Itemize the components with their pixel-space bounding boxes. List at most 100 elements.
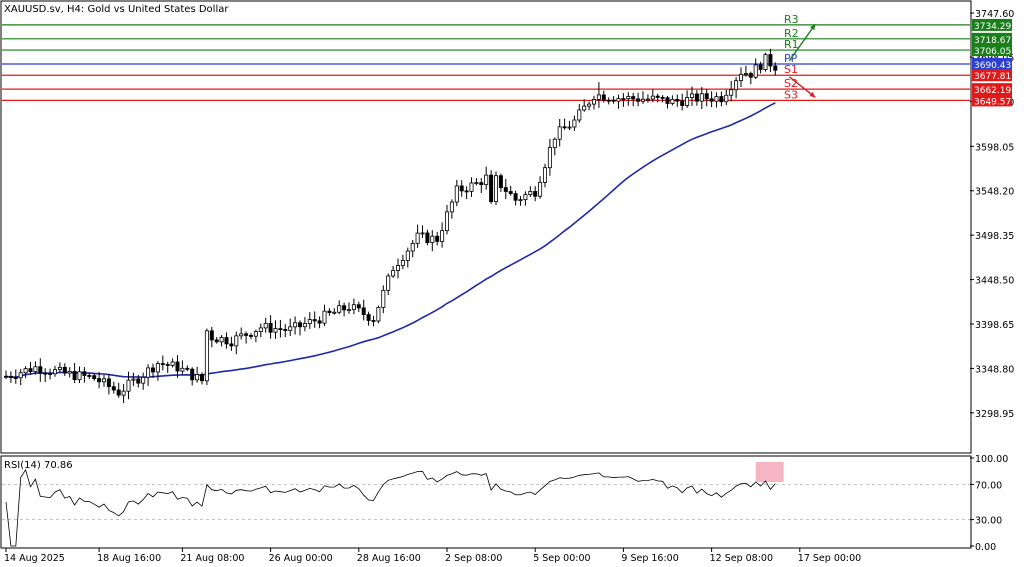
candle-body: [116, 389, 121, 396]
candle-body: [400, 260, 405, 266]
candle-body: [92, 375, 97, 379]
candle-body: [204, 330, 209, 382]
candle-body: [596, 94, 601, 100]
candle-body: [660, 96, 665, 99]
candle-body: [533, 191, 538, 197]
rsi-tick-label: 0.00: [975, 542, 996, 553]
candle-body: [572, 119, 577, 128]
candle-body: [293, 322, 298, 328]
candle-body: [175, 361, 180, 372]
level-tag-text-r3: 3734.29: [974, 22, 1011, 32]
candle-body: [444, 211, 449, 232]
candle-body: [616, 98, 621, 102]
candle-body: [253, 331, 258, 337]
candle-body: [219, 337, 224, 343]
y-tick-label: 3498.35: [975, 231, 1014, 242]
candle-body: [670, 98, 675, 104]
candle-body: [435, 235, 440, 242]
candle-body: [106, 378, 111, 388]
rsi-highlight: [755, 462, 784, 482]
candle-body: [87, 375, 92, 377]
candle-body: [680, 100, 685, 106]
candle-body: [513, 193, 518, 201]
candle-body: [160, 363, 165, 365]
candles: [4, 48, 778, 404]
candle-body: [342, 305, 347, 311]
candle-body: [351, 304, 356, 311]
candle-body: [283, 329, 288, 331]
candle-body: [43, 372, 48, 375]
candle-body: [361, 307, 366, 315]
candle-body: [425, 232, 430, 243]
candle-body: [631, 96, 636, 100]
moving-average: [5, 102, 776, 379]
candle-body: [97, 378, 102, 383]
candle-body: [582, 105, 587, 111]
candle-body: [587, 103, 592, 107]
x-tick-label: 21 Aug 08:00: [180, 553, 244, 564]
candle-body: [214, 339, 219, 343]
candle-body: [410, 242, 415, 252]
candle-body: [317, 320, 322, 324]
candle-body: [714, 96, 719, 102]
x-tick-label: 28 Aug 16:00: [357, 553, 421, 564]
candle-body: [170, 361, 175, 366]
candle-body: [150, 367, 155, 373]
candle-body: [121, 390, 126, 396]
candle-body: [675, 98, 680, 102]
candle-body: [454, 185, 459, 203]
candle-body: [498, 175, 503, 188]
rsi-pane: 100.00 70.00 30.00 0.00: [2, 454, 1008, 553]
candle-body: [386, 275, 391, 291]
candle-body: [111, 386, 116, 391]
candle-body: [28, 368, 33, 373]
candle-body: [665, 97, 670, 104]
candle-body: [430, 235, 435, 243]
candle-body: [322, 310, 327, 324]
y-tick-label: 3548.20: [975, 187, 1014, 198]
candle-body: [312, 319, 317, 322]
candle-body: [641, 98, 646, 102]
y-tick-label: 3598.05: [975, 142, 1014, 153]
rsi-label: RSI(14) 70.86: [4, 460, 73, 471]
candle-body: [739, 73, 744, 82]
x-tick-label: 12 Sep 08:00: [710, 553, 773, 564]
candle-body: [165, 364, 170, 366]
x-tick-label: 14 Aug 2025: [4, 553, 65, 564]
candle-body: [636, 98, 641, 102]
candle-body: [645, 98, 650, 101]
candle-body: [694, 93, 699, 102]
candle-body: [763, 54, 768, 70]
candle-body: [366, 314, 371, 321]
candle-body: [307, 319, 312, 324]
candle-body: [77, 371, 82, 380]
level-label-s1: S1: [784, 63, 798, 76]
candle-body: [420, 232, 425, 235]
candle-body: [13, 377, 18, 379]
candle-body: [655, 95, 660, 98]
candle-body: [562, 126, 567, 129]
candle-body: [405, 250, 410, 261]
candle-body: [709, 98, 714, 102]
rsi-tick-label: 30.00: [975, 516, 1002, 527]
rsi-line: [5, 468, 776, 547]
rsi-tick-label: 100.00: [975, 454, 1008, 465]
candle-body: [229, 343, 234, 347]
level-tag-text-s1: 3677.81: [974, 72, 1011, 82]
candle-body: [459, 185, 464, 192]
candle-body: [273, 328, 278, 333]
candle-body: [552, 138, 557, 149]
x-tick-label: 2 Sep 08:00: [445, 553, 502, 564]
candle-body: [743, 73, 748, 75]
candle-body: [729, 89, 734, 96]
candle-body: [234, 335, 239, 347]
candle-body: [297, 322, 302, 328]
candle-body: [155, 363, 160, 373]
candle-body: [493, 175, 498, 203]
level-tag-text-s3: 3649.57: [974, 97, 1011, 107]
candle-body: [567, 126, 572, 129]
candle-body: [690, 93, 695, 98]
candle-body: [258, 327, 263, 332]
candle-body: [440, 230, 445, 242]
candle-body: [67, 371, 72, 374]
